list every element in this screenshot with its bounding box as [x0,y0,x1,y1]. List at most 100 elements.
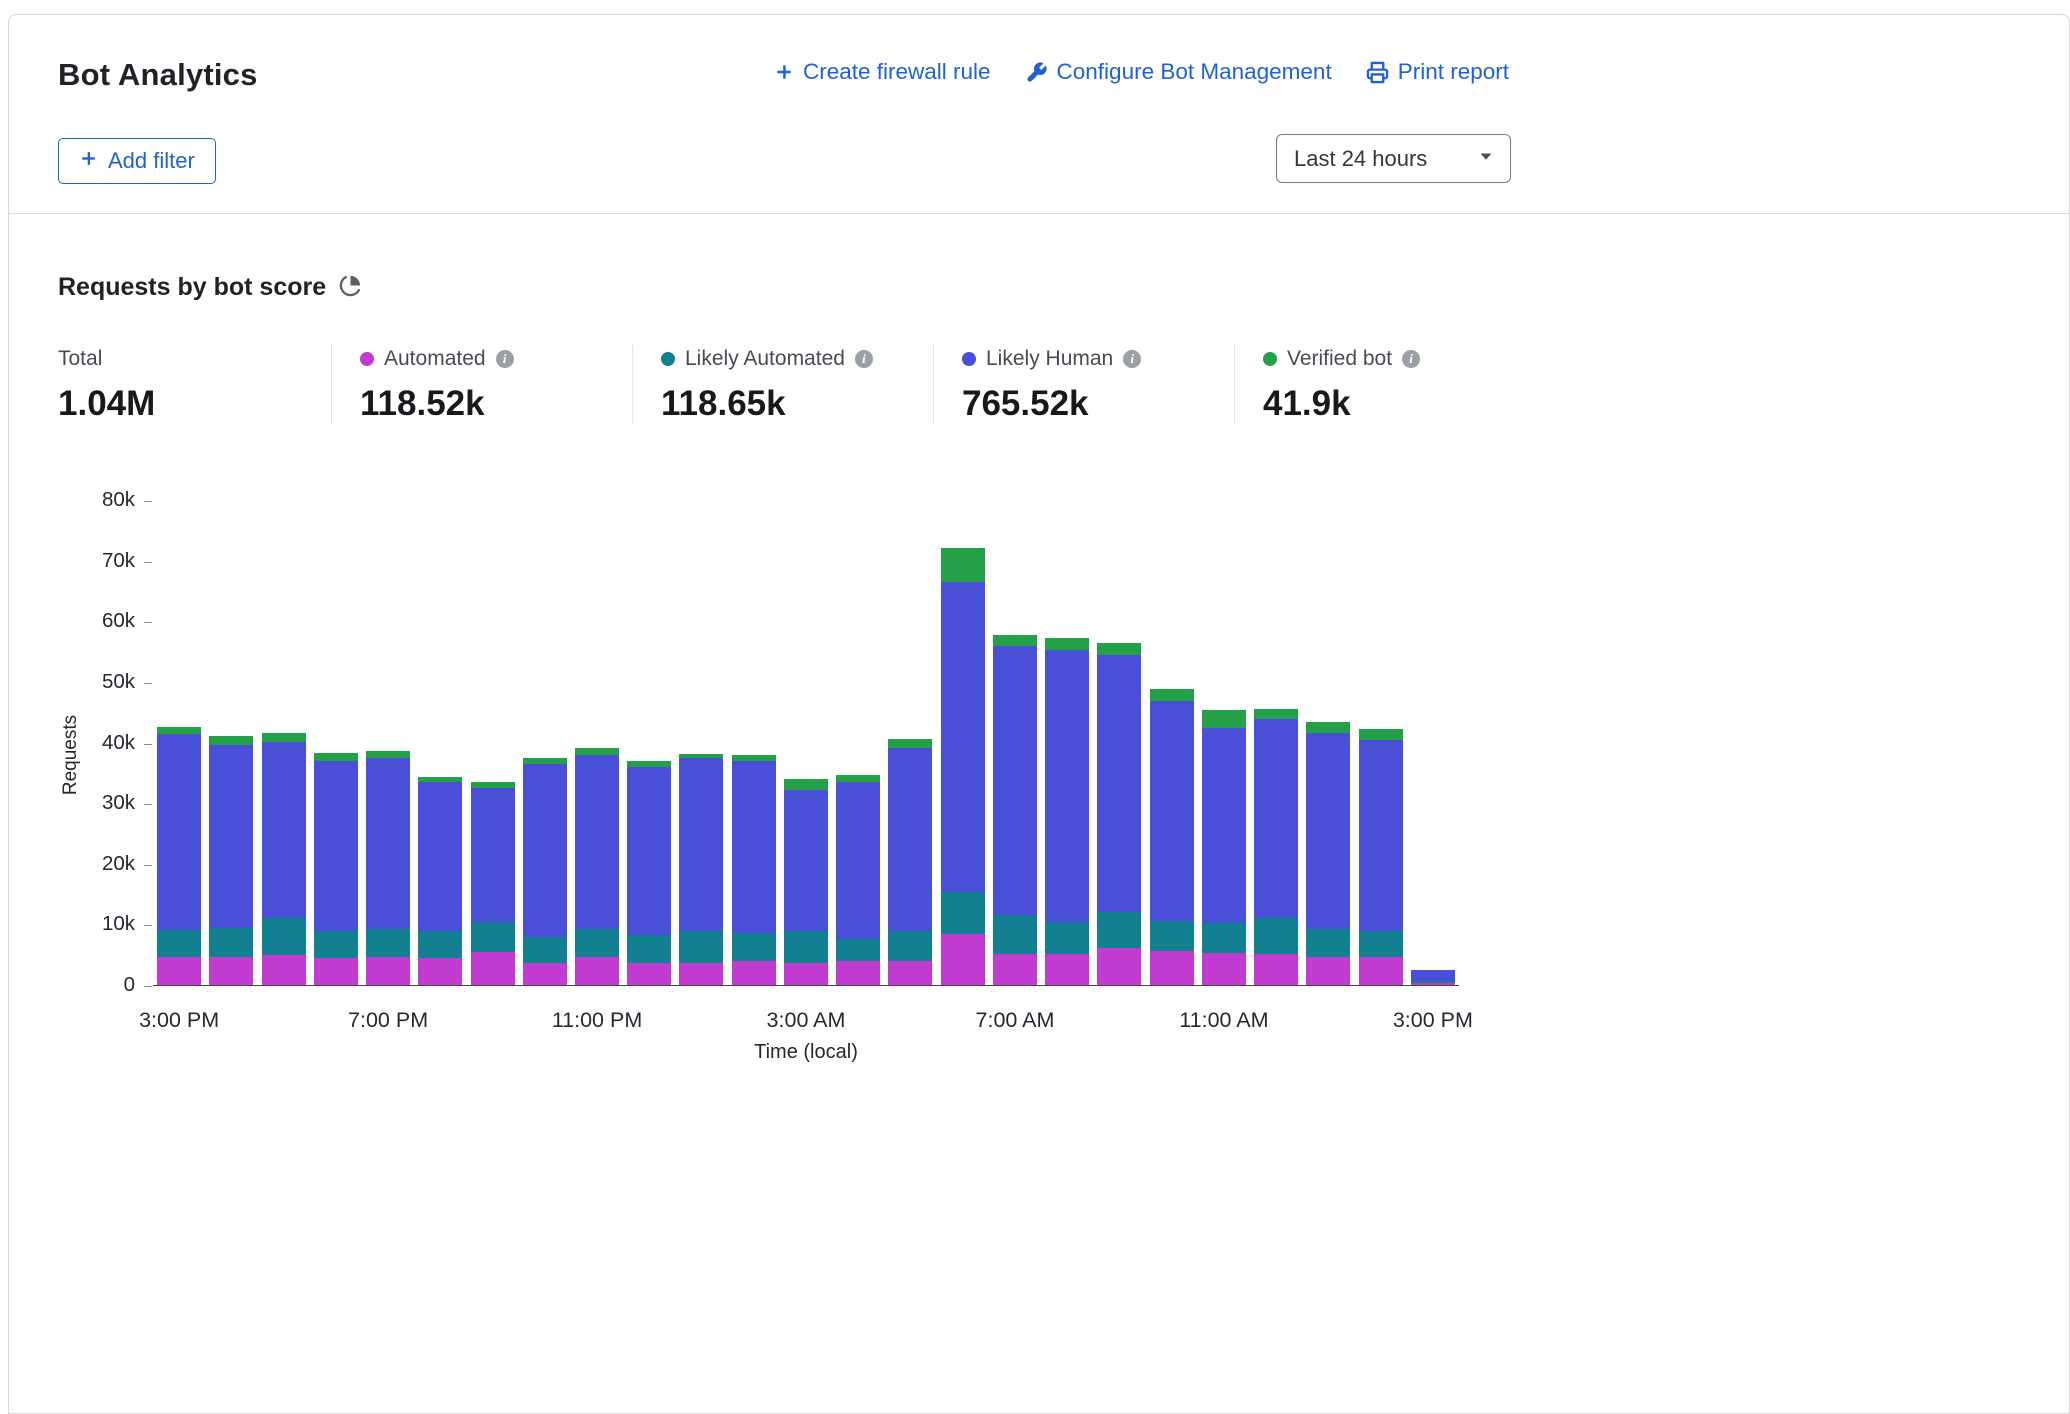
bar-segment-automated[interactable] [314,958,358,985]
bar-segment-automated[interactable] [523,963,567,985]
bar-segment-likely-automated[interactable] [418,931,462,959]
stacked-bar[interactable] [209,501,253,985]
bar-segment-likely-automated[interactable] [262,918,306,954]
bar-segment-likely-automated[interactable] [836,939,880,961]
bar-segment-likely-automated[interactable] [1359,931,1403,958]
bar-segment-likely-automated[interactable] [732,933,776,961]
bar-segment-likely-human[interactable] [1045,650,1089,922]
bar-segment-likely-automated[interactable] [209,928,253,958]
bar-segment-automated[interactable] [941,934,985,985]
bar-segment-likely-human[interactable] [1097,655,1141,912]
bar-segment-likely-human[interactable] [575,755,619,929]
bar-segment-verified-bot[interactable] [1254,709,1298,719]
stacked-bar[interactable] [679,501,723,985]
bar-segment-likely-human[interactable] [1411,970,1455,981]
info-icon[interactable] [1402,350,1420,368]
bar-segment-likely-human[interactable] [732,761,776,933]
bar-segment-verified-bot[interactable] [1202,710,1246,728]
stacked-bar[interactable] [732,501,776,985]
bar-segment-automated[interactable] [836,961,880,985]
bar-segment-automated[interactable] [627,963,671,985]
bar-segment-verified-bot[interactable] [262,733,306,742]
print-report-link[interactable]: Print report [1366,59,1509,85]
bar-segment-likely-human[interactable] [836,782,880,939]
bar-segment-likely-human[interactable] [314,761,358,930]
bar-segment-likely-automated[interactable] [1306,929,1350,957]
bar-segment-automated[interactable] [575,957,619,985]
configure-bot-management-link[interactable]: Configure Bot Management [1025,59,1332,85]
stacked-bar[interactable] [627,501,671,985]
bar-segment-likely-human[interactable] [1306,733,1350,930]
bar-segment-automated[interactable] [993,954,1037,985]
bar-segment-likely-human[interactable] [888,748,932,931]
bar-segment-likely-automated[interactable] [1254,918,1298,954]
bar-segment-verified-bot[interactable] [993,635,1037,646]
bar-segment-automated[interactable] [366,957,410,985]
add-filter-button[interactable]: Add filter [58,138,216,184]
bar-segment-likely-automated[interactable] [1202,923,1246,953]
bar-segment-automated[interactable] [1411,983,1455,985]
stacked-bar[interactable] [1150,501,1194,985]
bar-segment-likely-automated[interactable] [679,931,723,964]
info-icon[interactable] [496,350,514,368]
bar-segment-automated[interactable] [1359,957,1403,985]
stacked-bar[interactable] [888,501,932,985]
bar-segment-likely-automated[interactable] [784,931,828,963]
bar-segment-verified-bot[interactable] [1306,722,1350,733]
stacked-bar[interactable] [418,501,462,985]
stacked-bar[interactable] [1202,501,1246,985]
bar-segment-verified-bot[interactable] [1150,689,1194,700]
stacked-bar[interactable] [1097,501,1141,985]
stacked-bar[interactable] [1306,501,1350,985]
bar-segment-verified-bot[interactable] [888,739,932,747]
bar-segment-likely-human[interactable] [627,767,671,936]
bar-segment-likely-automated[interactable] [314,931,358,959]
bar-segment-verified-bot[interactable] [523,758,567,765]
bar-segment-automated[interactable] [1254,954,1298,985]
bar-segment-likely-human[interactable] [1202,728,1246,923]
bar-segment-verified-bot[interactable] [575,748,619,755]
bar-segment-likely-human[interactable] [418,782,462,930]
bar-segment-likely-human[interactable] [679,758,723,930]
bar-segment-likely-human[interactable] [1359,740,1403,931]
stacked-bar[interactable] [993,501,1037,985]
bar-segment-automated[interactable] [784,963,828,985]
bar-segment-automated[interactable] [1097,948,1141,986]
bar-segment-likely-automated[interactable] [888,931,932,961]
bar-segment-likely-automated[interactable] [471,922,515,953]
bar-segment-verified-bot[interactable] [1097,643,1141,654]
info-icon[interactable] [855,350,873,368]
bar-segment-likely-human[interactable] [784,790,828,930]
bar-segment-likely-automated[interactable] [1097,912,1141,948]
time-range-select[interactable]: Last 24 hours [1276,134,1511,183]
bar-segment-likely-automated[interactable] [627,935,671,963]
create-firewall-rule-link[interactable]: Create firewall rule [774,59,991,85]
bar-segment-automated[interactable] [679,963,723,985]
bar-segment-likely-human[interactable] [1254,719,1298,918]
bar-segment-verified-bot[interactable] [157,727,201,734]
bar-segment-likely-automated[interactable] [1150,921,1194,951]
bar-segment-automated[interactable] [1202,953,1246,985]
bar-segment-likely-human[interactable] [523,764,567,936]
bar-segment-verified-bot[interactable] [941,548,985,582]
bar-segment-automated[interactable] [209,957,253,985]
bar-segment-automated[interactable] [418,958,462,985]
bar-segment-likely-human[interactable] [262,742,306,919]
stacked-bar[interactable] [1045,501,1089,985]
bar-segment-verified-bot[interactable] [836,775,880,782]
bar-segment-automated[interactable] [888,961,932,985]
stacked-bar[interactable] [1254,501,1298,985]
stacked-bar[interactable] [575,501,619,985]
bar-segment-automated[interactable] [1045,954,1089,985]
bar-segment-verified-bot[interactable] [209,736,253,744]
stacked-bar[interactable] [262,501,306,985]
stacked-bar[interactable] [1359,501,1403,985]
bar-segment-automated[interactable] [732,961,776,985]
bar-segment-likely-human[interactable] [366,758,410,929]
bar-segment-likely-automated[interactable] [575,929,619,957]
stacked-bar[interactable] [836,501,880,985]
bar-segment-likely-automated[interactable] [993,915,1037,953]
bar-segment-likely-human[interactable] [157,734,201,930]
bar-segment-likely-automated[interactable] [523,937,567,964]
stacked-bar[interactable] [314,501,358,985]
